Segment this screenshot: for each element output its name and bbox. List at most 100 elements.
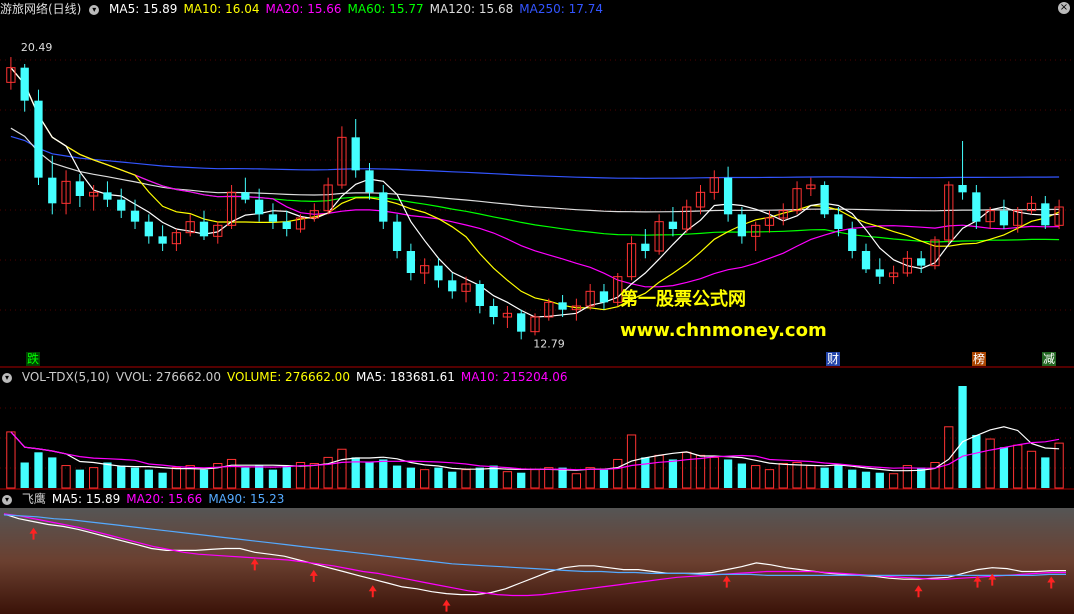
volume-bar xyxy=(171,467,182,489)
volume-bar xyxy=(448,471,457,488)
volume-bar xyxy=(709,456,719,489)
volume-bar xyxy=(613,458,623,489)
candle xyxy=(848,221,857,259)
volume-bar xyxy=(985,438,995,489)
candle xyxy=(502,306,513,328)
settings-circle-icon[interactable]: ▾ xyxy=(2,372,12,383)
candle xyxy=(89,185,99,211)
volume-bar xyxy=(972,434,981,488)
candle xyxy=(434,258,443,288)
volume-bar xyxy=(585,467,595,489)
ma-legend-items: MA5: 15.89 MA10: 16.04 MA20: 15.66 MA60: 15… xyxy=(109,2,609,16)
legend-item: 飞鹰 xyxy=(21,492,46,506)
candle xyxy=(171,229,182,251)
candle xyxy=(530,313,540,336)
ma-line xyxy=(10,67,1060,318)
legend-item: MA20: 15.66 xyxy=(265,2,342,16)
candle xyxy=(61,170,71,215)
legend-item: MA20: 15.66 xyxy=(126,492,203,506)
watermark-cn: 第一股票公式网 xyxy=(620,289,746,310)
candle xyxy=(117,188,126,218)
candle xyxy=(764,210,775,233)
candle xyxy=(917,251,926,273)
candle xyxy=(1013,207,1023,233)
event-marker[interactable]: 跌 xyxy=(26,352,41,366)
volume-bar xyxy=(820,467,829,488)
volume-bar xyxy=(695,454,706,489)
event-marker[interactable]: 减 xyxy=(1042,352,1057,366)
volume-bar xyxy=(34,452,43,488)
candle xyxy=(20,64,29,112)
candle xyxy=(6,57,16,90)
volume-panel[interactable]: ▾ VOL-TDX(5,10) VVOL: 276662.00 VOLUME: 27… xyxy=(0,368,1074,490)
candle xyxy=(599,284,609,310)
event-marker[interactable]: 财 xyxy=(826,352,841,366)
candle xyxy=(571,298,582,321)
volume-bar xyxy=(902,465,913,489)
settings-circle-icon[interactable]: ▾ xyxy=(2,494,12,505)
candle xyxy=(379,185,388,229)
ma-line xyxy=(10,67,1060,311)
volume-bar xyxy=(544,467,554,489)
volume-bar xyxy=(199,469,209,488)
price-legend: 游旅网络(日线) ▾ MA5: 15.89 MA10: 16.04 MA20: 15… xyxy=(0,0,615,18)
volume-bar xyxy=(764,469,775,489)
candle xyxy=(337,126,347,189)
legend-item: MA5: 183681.61 xyxy=(355,370,455,384)
volume-bar xyxy=(406,467,416,488)
candle xyxy=(420,258,430,284)
candle xyxy=(958,141,967,200)
candle xyxy=(820,181,829,218)
volume-bar xyxy=(282,465,291,488)
volume-bar xyxy=(420,469,430,489)
candle xyxy=(1041,196,1050,229)
legend-item: MA90: 15.23 xyxy=(208,492,285,506)
candle xyxy=(351,119,360,178)
volume-bar xyxy=(75,469,84,488)
volume-bar xyxy=(337,448,347,489)
candle xyxy=(406,243,416,281)
low-label: 12.79 xyxy=(533,337,565,350)
candle xyxy=(1026,196,1037,215)
ma-line xyxy=(10,67,1060,243)
candle xyxy=(875,258,884,284)
volume-bar xyxy=(144,469,153,488)
volume-bar xyxy=(241,467,250,488)
candle xyxy=(75,174,84,207)
candle xyxy=(517,309,526,340)
close-icon[interactable]: × xyxy=(1058,2,1070,14)
indicator-panel[interactable]: ▾ 飞鹰 MA5: 15.89 MA20: 15.66 MA90: 15.23 xyxy=(0,490,1074,614)
volume-bar xyxy=(668,459,678,488)
volume-bar xyxy=(61,465,71,489)
candle xyxy=(641,229,650,259)
volume-bar xyxy=(861,471,871,488)
candle xyxy=(944,181,954,244)
volume-bar xyxy=(737,463,747,488)
volume-bar xyxy=(365,462,374,488)
volume-bar xyxy=(20,462,29,488)
candle xyxy=(999,199,1009,229)
legend-item: MA60: 15.77 xyxy=(347,2,424,16)
volume-bar xyxy=(751,465,761,489)
high-label: 20.49 xyxy=(21,41,53,54)
price-panel[interactable]: 20.49 12.79 游旅网络(日线) ▾ MA5: 15.89 MA10: 16… xyxy=(0,0,1074,368)
candle xyxy=(723,166,733,222)
volume-bar xyxy=(641,457,650,488)
volume-bar xyxy=(848,469,857,488)
volume-bar xyxy=(268,469,278,488)
volume-bar xyxy=(888,473,899,489)
volume-bar xyxy=(323,456,333,489)
candle xyxy=(130,199,140,229)
candle xyxy=(585,284,595,310)
volume-bar xyxy=(309,463,319,489)
legend-item: MA10: 16.04 xyxy=(183,2,260,16)
legend-item: VOL-TDX(5,10) xyxy=(21,370,110,384)
legend-item: MA5: 15.89 xyxy=(51,492,121,506)
volume-legend: ▾ VOL-TDX(5,10) VVOL: 276662.00 VOLUME: 27… xyxy=(0,368,580,386)
legend-item: VOLUME: 276662.00 xyxy=(226,370,350,384)
volume-bar xyxy=(255,465,264,488)
candle xyxy=(185,214,195,237)
settings-circle-icon[interactable]: ▾ xyxy=(89,4,100,15)
event-marker[interactable]: 榜 xyxy=(972,352,987,366)
candle xyxy=(558,295,567,317)
